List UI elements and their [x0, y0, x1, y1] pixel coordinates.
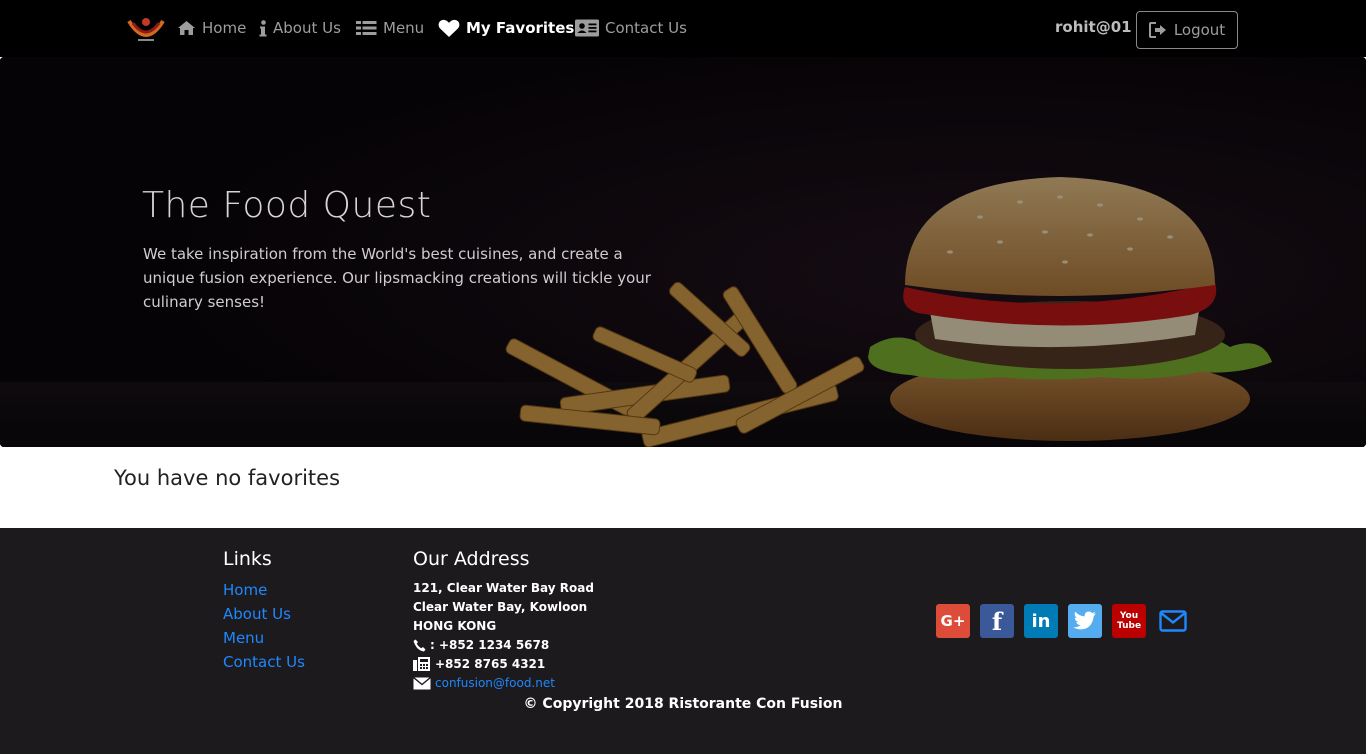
- footer-link-contact[interactable]: Contact Us: [223, 653, 305, 671]
- footer: [0, 528, 1366, 754]
- nav-about[interactable]: About Us: [259, 16, 341, 40]
- list-icon: [356, 21, 377, 35]
- linkedin-icon[interactable]: in: [1024, 604, 1058, 638]
- email-line: confusion@food.net: [413, 676, 555, 690]
- nav-contact-label: Contact Us: [605, 19, 687, 37]
- hero-title: The Food Quest: [142, 185, 432, 226]
- google-plus-glyph: G+: [940, 612, 966, 630]
- logout-button[interactable]: Logout: [1136, 11, 1238, 49]
- logout-label: Logout: [1173, 21, 1226, 39]
- footer-link-home[interactable]: Home: [223, 581, 267, 599]
- nav-menu-label: Menu: [383, 19, 425, 37]
- nav-contact[interactable]: Contact Us: [575, 16, 687, 40]
- nav-menu[interactable]: Menu: [356, 16, 424, 40]
- home-icon: [178, 21, 195, 35]
- google-plus-icon[interactable]: G+: [936, 604, 970, 638]
- phone-line: : +852 1234 5678: [413, 638, 549, 652]
- footer-link-about[interactable]: About Us: [223, 605, 291, 623]
- no-favorites-message: You have no favorites: [114, 466, 341, 490]
- copyright-text: © Copyright 2018 Ristorante Con Fusion: [523, 696, 843, 712]
- envelope-icon: [413, 676, 431, 689]
- linkedin-glyph: in: [1031, 610, 1051, 632]
- envelope-outline-icon: [1159, 610, 1187, 632]
- nav-about-label: About Us: [273, 19, 341, 37]
- footer-links-heading: Links: [223, 548, 272, 570]
- fax-number: +852 8765 4321: [435, 657, 546, 671]
- twitter-icon[interactable]: [1068, 604, 1102, 638]
- hero-text: We take inspiration from the World's bes…: [143, 245, 651, 311]
- youtube-icon[interactable]: You Tube: [1112, 604, 1146, 638]
- footer-link-menu[interactable]: Menu: [223, 629, 264, 647]
- fax-line: +852 8765 4321: [413, 657, 545, 671]
- sign-out-icon: [1148, 22, 1166, 38]
- fax-icon: [413, 657, 430, 671]
- nav-my-favorites[interactable]: My Favorites: [438, 16, 574, 40]
- info-icon: [259, 19, 267, 36]
- facebook-icon[interactable]: f: [980, 604, 1014, 638]
- restaurant-logo[interactable]: [126, 11, 166, 45]
- phone-number: : +852 1234 5678: [430, 638, 550, 652]
- mail-icon[interactable]: [1156, 604, 1190, 638]
- email-link[interactable]: confusion@food.net: [435, 676, 555, 690]
- facebook-glyph: f: [991, 606, 1003, 636]
- twitter-bird-icon: [1073, 611, 1096, 630]
- footer-address-heading: Our Address: [413, 548, 530, 570]
- jumbotron: The Food Quest We take inspiration from …: [0, 57, 1366, 447]
- nav-my-favorites-label: My Favorites: [466, 19, 575, 37]
- heart-icon: [438, 19, 460, 37]
- navbar: Home About Us Menu My Favorites Contact …: [0, 0, 1366, 57]
- youtube-glyph: You Tube: [1116, 611, 1142, 631]
- phone-icon: [413, 639, 426, 651]
- username-label: rohit@01: [1055, 18, 1132, 36]
- address-line-2: Clear Water Bay, Kowloon: [413, 600, 588, 614]
- address-card-icon: [575, 19, 599, 37]
- address-line-3: HONG KONG: [413, 619, 497, 633]
- nav-home-label: Home: [202, 19, 247, 37]
- address-line-1: 121, Clear Water Bay Road: [413, 581, 594, 595]
- nav-home[interactable]: Home: [177, 16, 246, 40]
